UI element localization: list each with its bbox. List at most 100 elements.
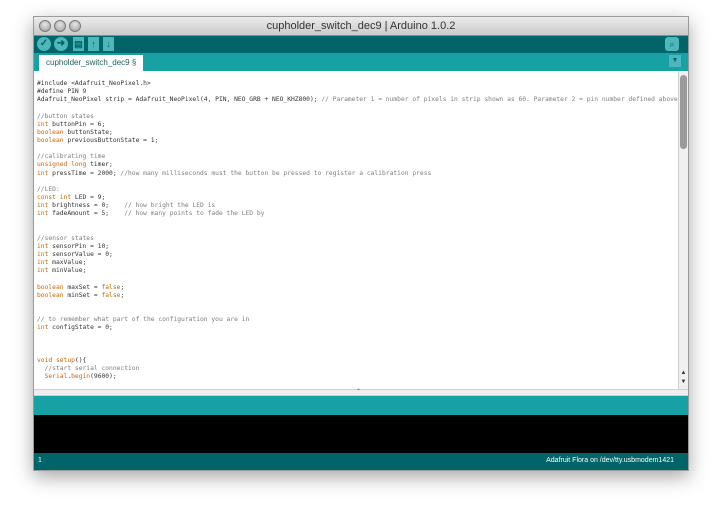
code-token: sensorPin = 10;: [48, 242, 110, 250]
code-line[interactable]: [37, 227, 678, 235]
code-line[interactable]: [37, 218, 678, 226]
code-token: //button states: [37, 112, 94, 120]
code-line[interactable]: boolean previousButtonState = 1;: [37, 137, 678, 145]
code-line[interactable]: int sensorPin = 10;: [37, 243, 678, 251]
code-line[interactable]: int sensorValue = 0;: [37, 251, 678, 259]
code-token: begin: [71, 373, 91, 381]
code-token: false: [101, 291, 121, 299]
code-line[interactable]: [37, 275, 678, 283]
scrollbar-thumb[interactable]: [680, 75, 687, 149]
code-token: LED = 9;: [71, 193, 106, 201]
code-token: // to remember what part of the configur…: [37, 316, 250, 324]
scroll-up-icon[interactable]: ▲: [679, 370, 688, 376]
right-arrow-icon: ➜: [56, 38, 66, 49]
console-output: [34, 415, 688, 453]
board-port-label: Adafruit Flora on /dev/tty.usbmodem1421: [546, 457, 674, 464]
code-line[interactable]: boolean minSet = false;: [37, 292, 678, 300]
code-token: Serial: [44, 373, 68, 381]
code-line[interactable]: int minValue;: [37, 267, 678, 275]
serial-monitor-button[interactable]: ⌕: [665, 37, 679, 51]
code-token: maxSet =: [63, 283, 102, 291]
code-token: boolean: [37, 291, 64, 299]
tab-cupholder-switch[interactable]: cupholder_switch_dec9 §: [39, 55, 144, 71]
code-line[interactable]: void setup(){: [37, 357, 678, 365]
code-token: void: [37, 356, 53, 364]
code-line[interactable]: [37, 308, 678, 316]
new-button[interactable]: ▤: [73, 37, 84, 51]
code-token: minSet =: [63, 291, 102, 299]
code-line[interactable]: [37, 300, 678, 308]
code-line[interactable]: [37, 341, 678, 349]
code-token: int: [37, 242, 49, 250]
window-title: cupholder_switch_dec9 | Arduino 1.0.2: [266, 20, 456, 32]
tab-menu-button[interactable]: ▼: [669, 55, 681, 67]
code-line[interactable]: [37, 178, 678, 186]
code-line[interactable]: Serial.begin(9600);: [37, 373, 678, 381]
code-line[interactable]: int buttonPin = 6;: [37, 121, 678, 129]
code-line[interactable]: //start serial connection: [37, 365, 678, 373]
save-button[interactable]: ↓: [103, 37, 114, 51]
code-line[interactable]: boolean buttonState;: [37, 129, 678, 137]
code-token: //sensor states: [37, 234, 94, 242]
code-token: int: [37, 202, 49, 210]
editor-console-divider[interactable]: ⌃: [34, 389, 688, 396]
code-token: int: [37, 169, 49, 177]
arduino-ide-window: cupholder_switch_dec9 | Arduino 1.0.2 ✓ …: [33, 16, 689, 471]
code-token: // how bright the LED is: [124, 202, 216, 210]
code-token: //LED:: [37, 185, 60, 193]
scroll-down-icon[interactable]: ▼: [679, 379, 688, 385]
code-token: boolean: [37, 128, 64, 136]
code-token: timer;: [86, 161, 113, 169]
code-line[interactable]: const int LED = 9;: [37, 194, 678, 202]
code-token: int: [37, 120, 49, 128]
open-button[interactable]: ↑: [88, 37, 99, 51]
code-line[interactable]: //sensor states: [37, 235, 678, 243]
tab-bar: cupholder_switch_dec9 § ▼: [34, 53, 688, 71]
code-token: (9600);: [90, 373, 117, 381]
code-text[interactable]: #include <Adafruit_NeoPixel.h> #define PI…: [37, 80, 678, 381]
code-line[interactable]: // to remember what part of the configur…: [37, 316, 678, 324]
code-token: sensorValue = 0;: [48, 250, 113, 258]
code-line[interactable]: unsigned long timer;: [37, 161, 678, 169]
code-line[interactable]: #define PIN 9: [37, 88, 678, 96]
vertical-scrollbar[interactable]: ▲ ▼: [678, 71, 688, 389]
code-line[interactable]: Adafruit_NeoPixel strip = Adafruit_NeoPi…: [37, 96, 678, 104]
code-line[interactable]: int fadeAmount = 5; // how many points t…: [37, 210, 678, 218]
code-editor[interactable]: #include <Adafruit_NeoPixel.h> #define PI…: [34, 71, 678, 389]
checkmark-icon: ✓: [39, 38, 49, 49]
code-token: #define PIN 9: [37, 88, 87, 96]
code-token: setup: [55, 356, 75, 364]
code-line[interactable]: [37, 332, 678, 340]
code-line[interactable]: [37, 145, 678, 153]
code-token: buttonPin = 6;: [48, 120, 106, 128]
code-token: // Parameter 1 = number of pixels in str…: [321, 96, 678, 104]
code-token: int: [37, 324, 49, 332]
code-line[interactable]: int pressTime = 2000; //how many millise…: [37, 170, 678, 178]
code-line[interactable]: #include <Adafruit_NeoPixel.h>: [37, 80, 678, 88]
toolbar: ✓ ➜ ▤ ↑ ↓ ⌕: [34, 36, 688, 53]
code-token: const int: [37, 193, 72, 201]
code-line[interactable]: [37, 349, 678, 357]
upload-button[interactable]: ➜: [54, 37, 68, 51]
code-token: //how many milliseconds must the button …: [120, 169, 432, 177]
code-token: int: [37, 267, 49, 275]
code-token: // how many points to fade the LED by: [124, 210, 265, 218]
code-line[interactable]: boolean maxSet = false;: [37, 284, 678, 292]
code-line[interactable]: //calibrating time: [37, 153, 678, 161]
code-line[interactable]: int maxValue;: [37, 259, 678, 267]
code-token: int: [37, 250, 49, 258]
code-token: #include <Adafruit_NeoPixel.h>: [37, 80, 151, 87]
code-line[interactable]: //button states: [37, 113, 678, 121]
divider-grip-icon[interactable]: ⌃: [356, 388, 361, 395]
code-line[interactable]: int configState = 0;: [37, 324, 678, 332]
code-line[interactable]: //LED:: [37, 186, 678, 194]
code-token: boolean: [37, 136, 64, 144]
code-line[interactable]: int brightness = 0; // how bright the LE…: [37, 202, 678, 210]
verify-button[interactable]: ✓: [37, 37, 51, 51]
code-line[interactable]: [37, 104, 678, 112]
new-file-icon: ▤: [74, 39, 83, 49]
magnifier-icon: ⌕: [669, 39, 675, 49]
message-area: [34, 396, 688, 415]
